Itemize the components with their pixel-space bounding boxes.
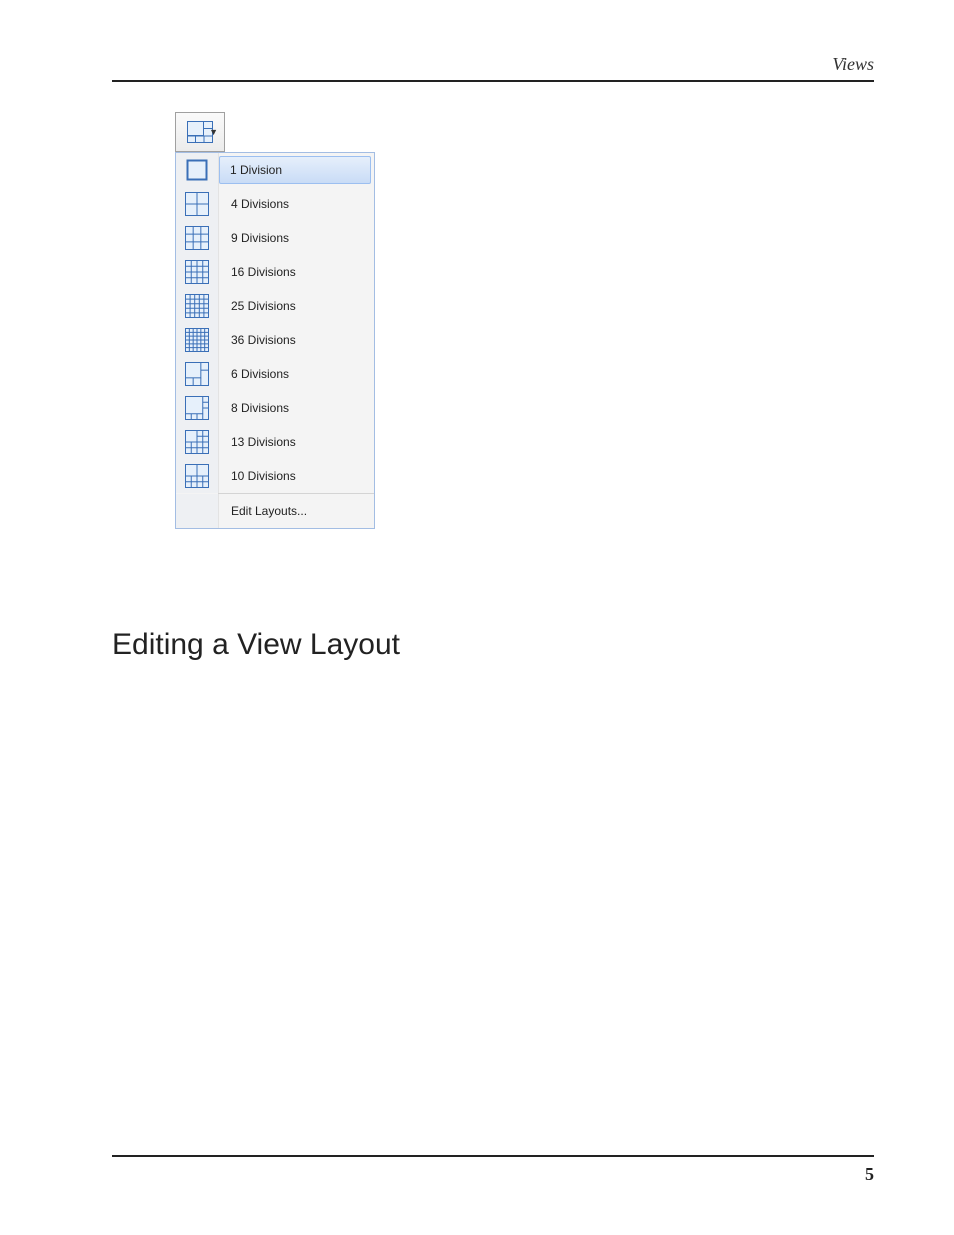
grid-2x2-icon-wrap [176, 187, 219, 221]
menu-item-9-divisions[interactable]: 9 Divisions [176, 221, 374, 255]
footer-rule [112, 1155, 874, 1157]
header-section-label: Views [832, 54, 874, 75]
layout-dropdown-figure: ▼ 1 Division 4 Divisions 9 Divisions 16 Div… [175, 112, 375, 529]
blank-icon [176, 494, 219, 528]
menu-item-10-divisions[interactable]: 10 Divisions [176, 459, 374, 493]
layout-dropdown-button[interactable]: ▼ [175, 112, 225, 152]
grid-2x2-icon [185, 192, 209, 216]
menu-item-label: 16 Divisions [219, 265, 374, 279]
layout-8-icon-wrap [176, 391, 219, 425]
menu-item-label: 6 Divisions [219, 367, 374, 381]
grid-1-icon-wrap [176, 153, 219, 187]
menu-item-label: 25 Divisions [219, 299, 374, 313]
menu-item-13-divisions[interactable]: 13 Divisions [176, 425, 374, 459]
grid-6x6-icon [185, 328, 209, 352]
page-number: 5 [865, 1164, 874, 1185]
menu-item-label: 36 Divisions [219, 333, 374, 347]
menu-item-label: Edit Layouts... [219, 504, 374, 518]
grid-6x6-icon-wrap [176, 323, 219, 357]
layout-6-icon [185, 362, 209, 386]
layout-10-icon-wrap [176, 459, 219, 493]
layout-10-icon [185, 464, 209, 488]
menu-item-label: 10 Divisions [219, 469, 374, 483]
header-rule [112, 80, 874, 82]
menu-item-8-divisions[interactable]: 8 Divisions [176, 391, 374, 425]
layout-dropdown-menu: 1 Division 4 Divisions 9 Divisions 16 Divis… [175, 152, 375, 529]
chevron-down-icon: ▼ [209, 127, 218, 137]
grid-4x4-icon [185, 260, 209, 284]
menu-item-1-division[interactable]: 1 Division [176, 153, 374, 187]
menu-item-label: 1 Division [219, 156, 371, 184]
menu-item-4-divisions[interactable]: 4 Divisions [176, 187, 374, 221]
layout-8-icon [185, 396, 209, 420]
menu-item-label: 9 Divisions [219, 231, 374, 245]
layout-6-icon-wrap [176, 357, 219, 391]
grid-3x3-icon [185, 226, 209, 250]
layout-13-icon-wrap [176, 425, 219, 459]
layout-13-icon [185, 430, 209, 454]
grid-5x5-icon-wrap [176, 289, 219, 323]
grid-1-icon [185, 158, 209, 182]
menu-item-25-divisions[interactable]: 25 Divisions [176, 289, 374, 323]
menu-item-6-divisions[interactable]: 6 Divisions [176, 357, 374, 391]
menu-item-label: 8 Divisions [219, 401, 374, 415]
grid-5x5-icon [185, 294, 209, 318]
section-heading: Editing a View Layout [112, 628, 400, 662]
menu-item-16-divisions[interactable]: 16 Divisions [176, 255, 374, 289]
menu-item-36-divisions[interactable]: 36 Divisions [176, 323, 374, 357]
menu-item-label: 4 Divisions [219, 197, 374, 211]
grid-3x3-icon-wrap [176, 221, 219, 255]
grid-4x4-icon-wrap [176, 255, 219, 289]
menu-item-label: 13 Divisions [219, 435, 374, 449]
menu-item-edit-layouts[interactable]: Edit Layouts... [176, 494, 374, 528]
